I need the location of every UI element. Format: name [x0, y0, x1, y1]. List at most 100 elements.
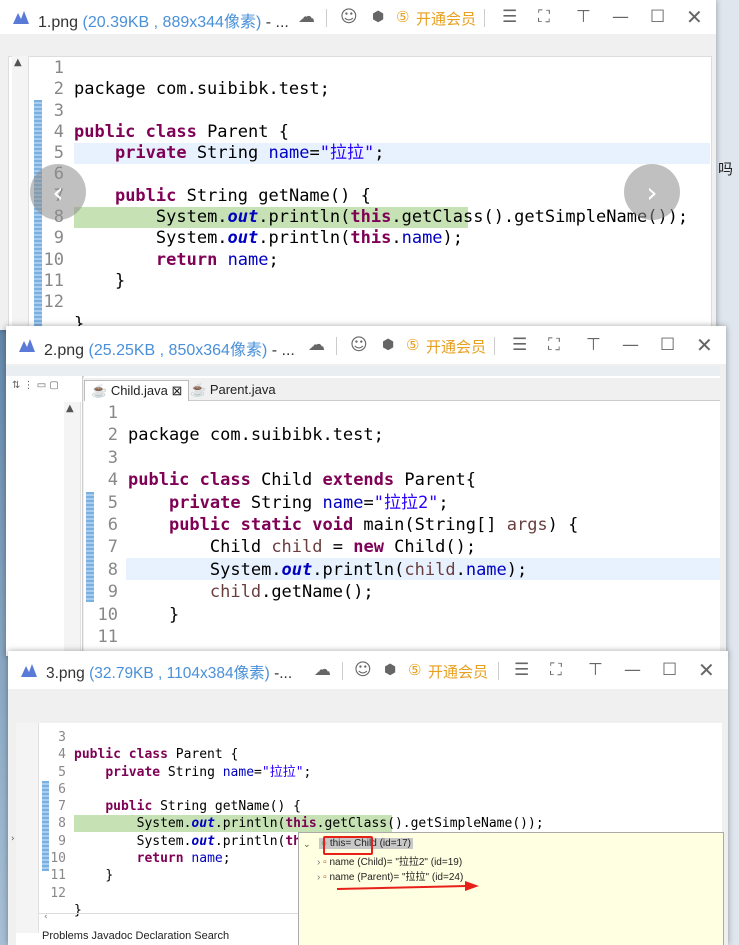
app-logo-icon [21, 664, 37, 677]
code-text: Child(); [383, 537, 477, 558]
line-number: 3 [58, 730, 66, 745]
vertical-ruler [16, 723, 39, 933]
line-number: 10 [43, 249, 64, 270]
window-title: 2.png (25.25KB , 850x364像素) - ... [44, 336, 295, 360]
code-text: Parent{ [394, 470, 477, 491]
divider [342, 662, 343, 680]
code-text: name [222, 764, 255, 780]
minimize-icon[interactable]: — [622, 335, 639, 355]
cloud-upload-icon[interactable]: ☁ [308, 335, 325, 355]
hexagon-icon[interactable]: ⬢ [372, 7, 384, 27]
file-meta: (25.25KB , 850x364像素) [88, 342, 268, 359]
code-text: Child [209, 537, 272, 558]
pin-icon[interactable]: ⊤ [576, 7, 591, 27]
menu-icon[interactable]: ☰ [512, 335, 527, 355]
fullscreen-icon[interactable]: ⛶ [538, 7, 550, 27]
code-text: = [363, 492, 374, 513]
vip-badge-icon[interactable]: ⑤ [408, 660, 421, 680]
expand-icon[interactable]: ⌄ [303, 839, 311, 850]
code-text: .println( [258, 207, 351, 228]
vip-link[interactable]: 开通会员 [428, 661, 488, 682]
expand-icon[interactable]: › [317, 872, 320, 883]
code-editor-2[interactable]: package com.suibibk.test; public class C… [128, 402, 578, 656]
bottom-tabs-text: Problems Javadoc Declaration Search [42, 930, 230, 942]
hexagon-icon[interactable]: ⬢ [384, 660, 396, 680]
tab-child-java[interactable]: ☕ Child.java ⊠ [84, 380, 190, 401]
maximize-icon[interactable]: ☐ [662, 660, 677, 680]
code-text: } [168, 604, 180, 625]
hexagon-icon[interactable]: ⬢ [382, 335, 394, 355]
minimize-icon[interactable]: — [612, 7, 629, 27]
code-text: name [268, 143, 310, 164]
code-text: .println( [312, 559, 405, 580]
code-text: this [350, 207, 392, 228]
close-icon[interactable]: ✕ [686, 5, 703, 29]
code-line: } [128, 604, 578, 626]
avatar-icon[interactable]: ☺ [350, 335, 368, 355]
code-text: public class [128, 470, 251, 491]
cloud-upload-icon[interactable]: ☁ [314, 660, 331, 680]
menu-icon[interactable]: ☰ [514, 660, 529, 680]
expand-icon[interactable]: › [317, 857, 320, 868]
vip-badge-icon[interactable]: ⑤ [406, 335, 419, 355]
code-text: String getName() { [176, 185, 371, 206]
collapse-icon[interactable]: ⇅ ⋮ ▭ ▢ [12, 380, 59, 391]
bottom-view-tabs[interactable]: Problems Javadoc Declaration Search [42, 930, 229, 942]
code-text: public static void [168, 515, 354, 536]
avatar-icon[interactable]: ☺ [354, 660, 372, 680]
code-text: public [114, 185, 177, 206]
scroll-up-icon[interactable]: ▲ [14, 57, 22, 68]
fullscreen-icon[interactable]: ⛶ [548, 335, 560, 355]
previous-image-button[interactable]: ‹ [30, 164, 86, 220]
tab-parent-java[interactable]: ☕ Parent.java [184, 380, 282, 400]
maximize-icon[interactable]: ☐ [660, 335, 675, 355]
line-number: 5 [53, 143, 64, 164]
close-icon[interactable]: ✕ [698, 658, 715, 682]
code-text: = [322, 537, 354, 558]
next-image-button[interactable]: › [624, 164, 680, 220]
horizontal-scrollbar[interactable]: ‹ [38, 912, 298, 924]
line-number: 9 [107, 582, 118, 603]
code-text: child [404, 559, 456, 580]
code-text: out [227, 207, 259, 228]
code-line: public class Parent { [74, 746, 544, 763]
divider [494, 337, 495, 355]
code-text: ; [374, 143, 385, 164]
code-editor-1[interactable]: package com.suibibk.test; public class P… [74, 58, 688, 330]
code-line: public class Child extends Parent{ [128, 469, 578, 491]
title-bar: 2.png (25.25KB , 850x364像素) - ... ☁ ☺ ⬢ … [6, 326, 726, 364]
close-icon[interactable]: ✕ [696, 333, 713, 357]
field-icon: ▫ [323, 857, 327, 868]
vip-link[interactable]: 开通会员 [426, 336, 486, 357]
vip-badge-icon[interactable]: ⑤ [396, 7, 409, 27]
code-text: System. [209, 559, 282, 580]
line-number: 4 [53, 121, 64, 142]
line-numbers: 1 2 3 4 5 6 7 8 9 10 11 [94, 402, 118, 648]
avatar-icon[interactable]: ☺ [340, 7, 358, 27]
code-line: return name; [74, 250, 688, 271]
code-text: name [191, 851, 223, 867]
code-line: package com.suibibk.test; [74, 79, 688, 100]
maximize-icon[interactable]: ☐ [650, 7, 665, 27]
minimize-icon[interactable]: — [624, 660, 641, 680]
menu-icon[interactable]: ☰ [502, 7, 517, 27]
divider [326, 9, 327, 27]
scroll-left-icon[interactable]: › [11, 834, 15, 844]
code-text: ; [303, 764, 312, 780]
title-bar: 3.png (32.79KB , 1104x384像素) -... ☁ ☺ ⬢ … [8, 651, 728, 689]
pin-icon[interactable]: ⊤ [588, 660, 603, 680]
cloud-upload-icon[interactable]: ☁ [298, 7, 315, 27]
image-viewer-window-3: 3.png (32.79KB , 1104x384像素) -... ☁ ☺ ⬢ … [8, 651, 728, 945]
fullscreen-icon[interactable]: ⛶ [550, 660, 562, 680]
variable-row[interactable]: › ▫ name (Child)= "拉拉2" (id=19) [317, 853, 462, 868]
pin-icon[interactable]: ⊤ [586, 335, 601, 355]
code-line: System.out.println(child.name); [128, 559, 578, 581]
code-text: String [186, 143, 269, 164]
vip-link[interactable]: 开通会员 [416, 8, 476, 29]
code-text: = [254, 764, 262, 780]
scroll-up-icon[interactable]: ▲ [66, 403, 74, 414]
title-suffix: - ... [261, 14, 289, 31]
